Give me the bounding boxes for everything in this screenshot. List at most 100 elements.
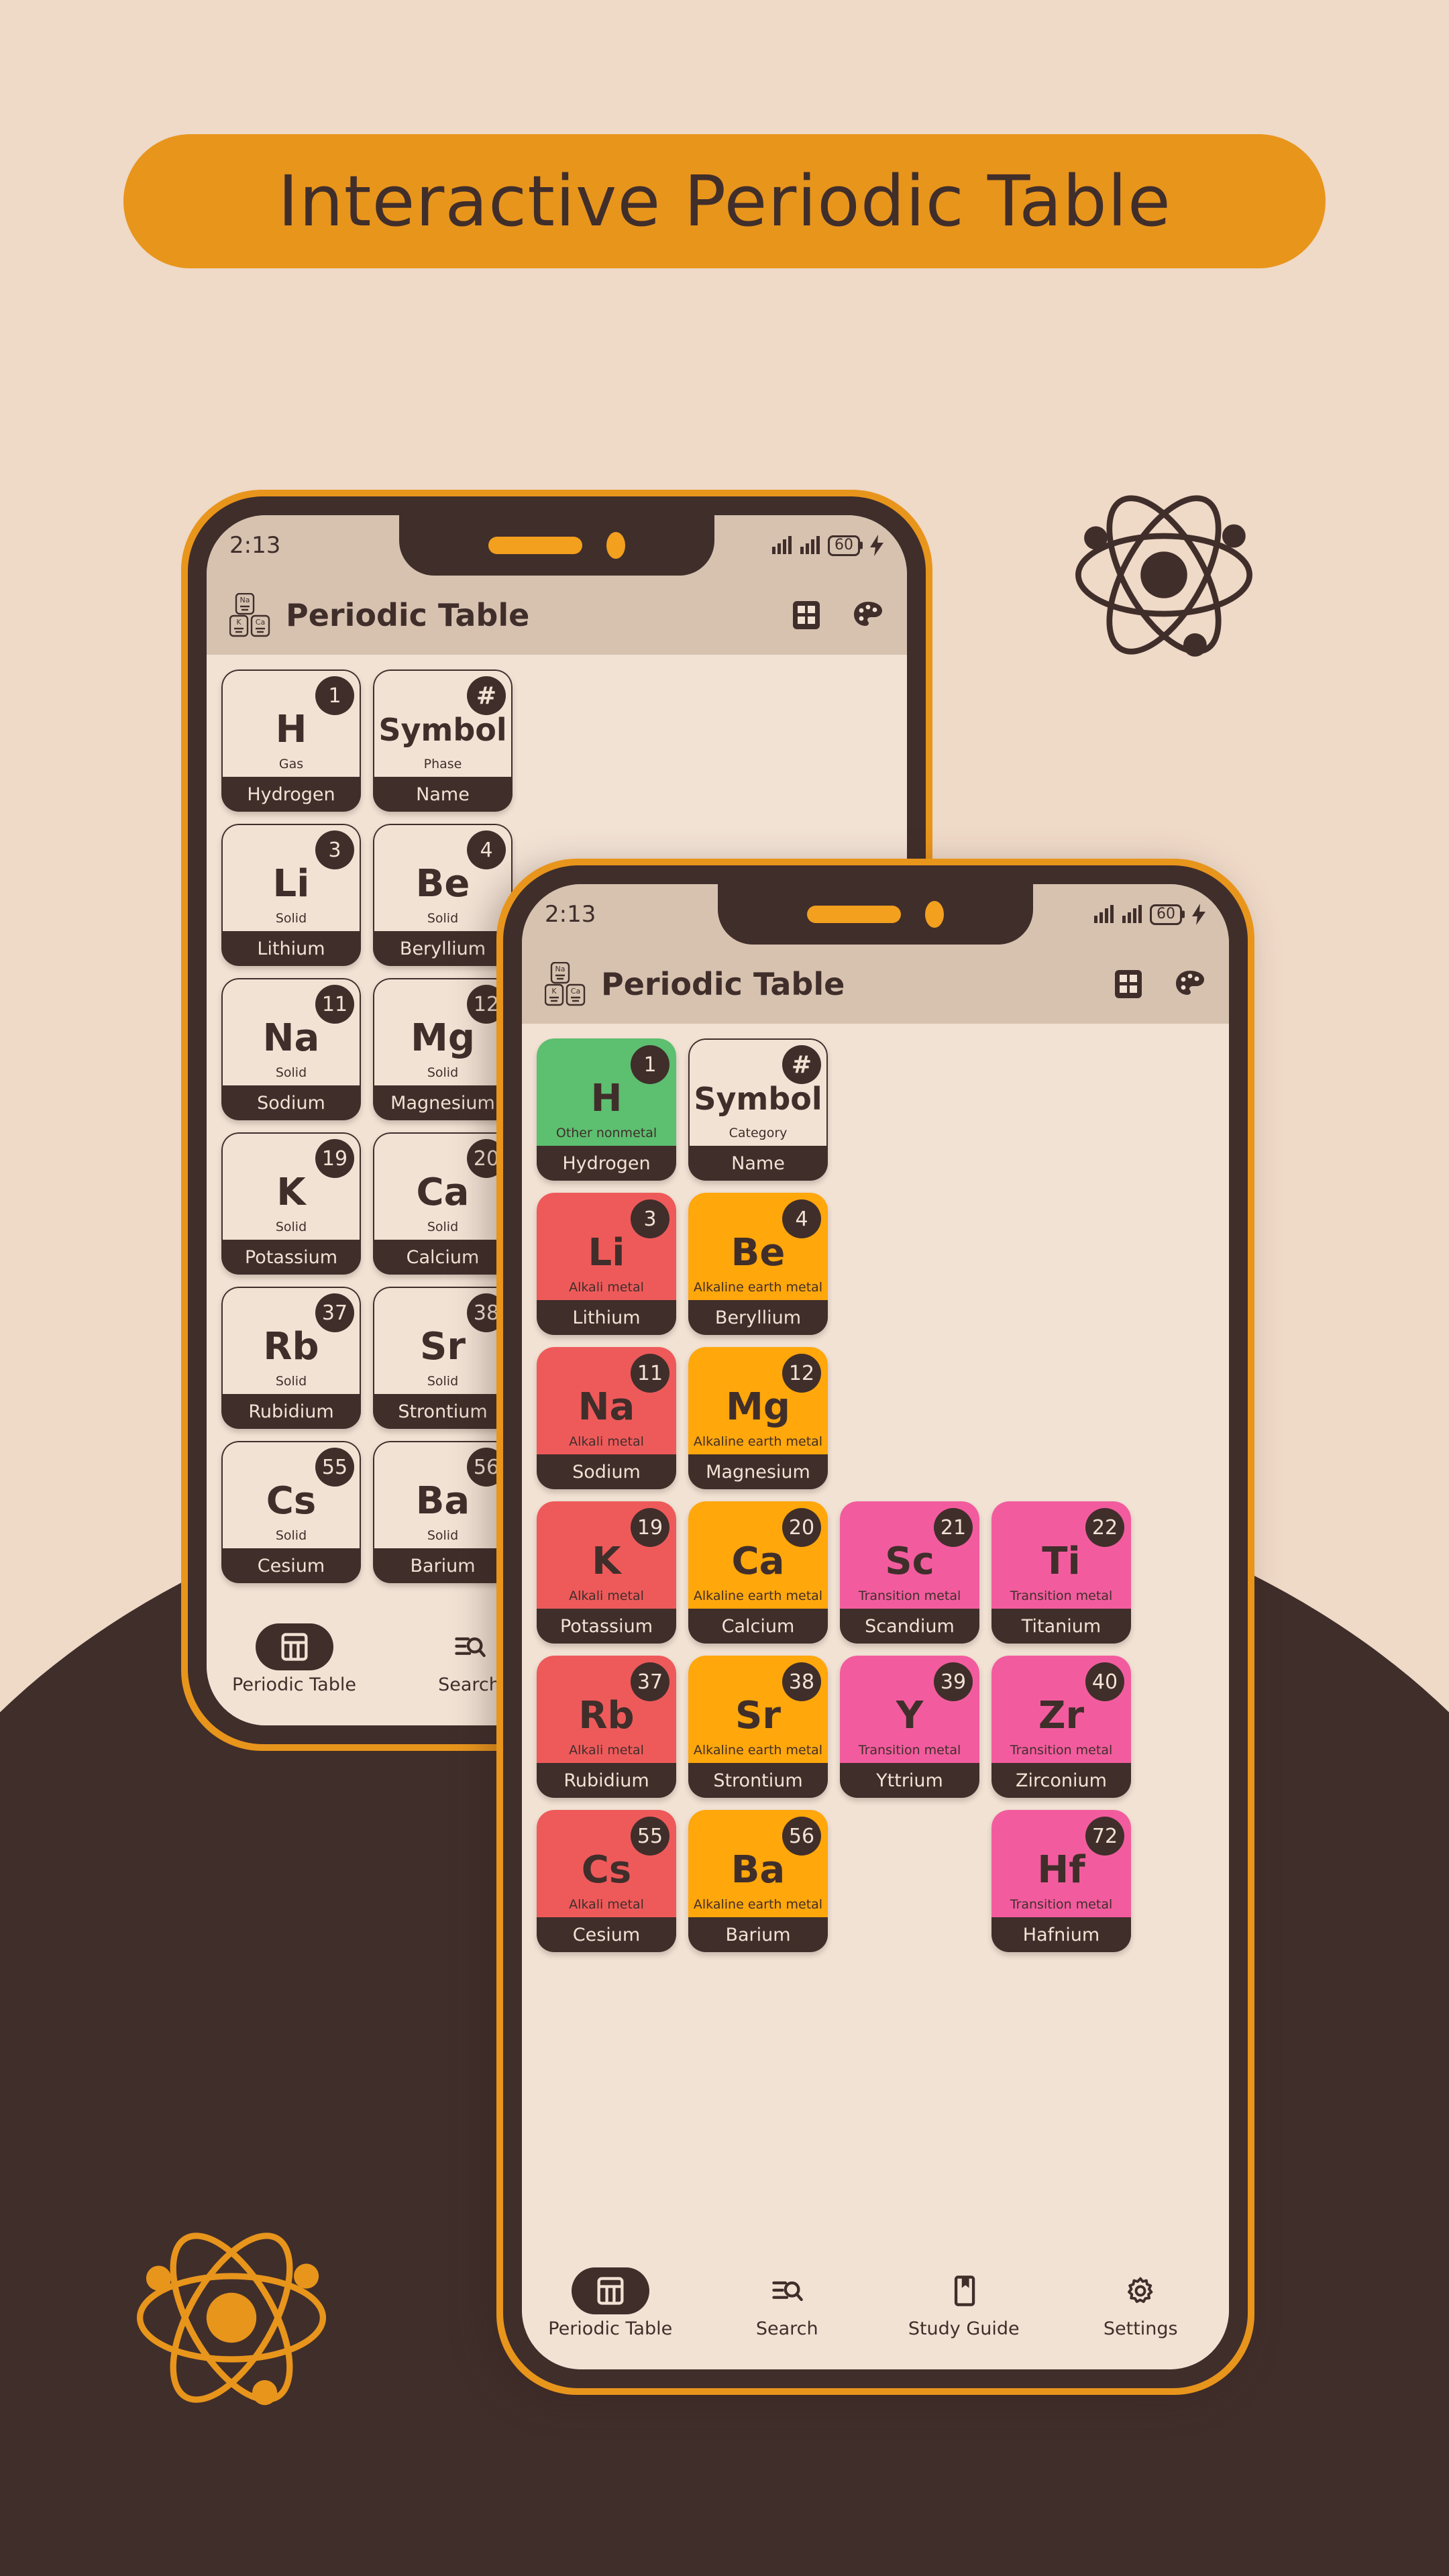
poster-canvas: Interactive Periodic Table 2:13 60 Na K … <box>0 0 1449 2576</box>
atomic-number-badge: 1 <box>631 1045 669 1084</box>
element-card-body: 19 K Alkali metal <box>537 1501 676 1609</box>
atomic-number-badge: 21 <box>934 1508 973 1547</box>
element-card[interactable]: 38 Sr Alkaline earth metal Strontium <box>688 1656 828 1798</box>
element-category-label: Solid <box>275 1528 307 1543</box>
element-card[interactable]: 37 Rb Alkali metal Rubidium <box>537 1656 676 1798</box>
element-category-label: Transition metal <box>1010 1589 1113 1603</box>
element-card[interactable]: 22 Ti Transition metal Titanium <box>991 1501 1131 1644</box>
element-card[interactable]: 20 Ca Solid Calcium <box>373 1132 513 1275</box>
element-card-body: 56 Ba Alkaline earth metal <box>688 1810 828 1917</box>
status-icons: 60 <box>1093 904 1206 925</box>
atomic-number-badge: 22 <box>1085 1508 1124 1547</box>
charging-bolt-icon <box>1192 904 1205 925</box>
nav-item-study-guide[interactable]: Study Guide <box>875 2267 1053 2339</box>
element-name-label: Lithium <box>537 1300 676 1335</box>
element-card[interactable]: 19 K Alkali metal Potassium <box>537 1501 676 1644</box>
nav-item-label: Search <box>755 2318 818 2339</box>
palette-icon[interactable] <box>852 599 884 631</box>
element-card[interactable]: 40 Zr Transition metal Zirconium <box>991 1656 1131 1798</box>
nav-item-search[interactable]: Search <box>699 2267 876 2339</box>
element-grid-row: 19 K Alkali metal Potassium 20 Ca Alkaline ear… <box>537 1501 1229 1644</box>
element-category-label: Solid <box>427 1065 459 1080</box>
phone-mockup-front: 2:13 60 Na K Ca Periodic Table 1 H Other… <box>496 859 1254 2395</box>
element-category-label: Solid <box>427 1528 459 1543</box>
nav-item-periodic-table[interactable]: Periodic Table <box>522 2267 699 2339</box>
nav-item-periodic-table[interactable]: Periodic Table <box>207 1623 382 1695</box>
element-category-label: Transition metal <box>858 1589 961 1603</box>
element-grid-front[interactable]: 1 H Other nonmetal Hydrogen # Symbol Category N… <box>522 1024 1229 2257</box>
element-card-empty <box>840 1038 979 1181</box>
element-card[interactable]: 56 Ba Alkaline earth metal Barium <box>688 1810 828 1952</box>
search-list-icon[interactable] <box>748 2267 826 2314</box>
palette-icon[interactable] <box>1174 968 1206 1000</box>
element-category-label: Alkaline earth metal <box>693 1589 823 1603</box>
element-card[interactable]: 39 Y Transition metal Yttrium <box>840 1656 979 1798</box>
element-card[interactable]: 3 Li Alkali metal Lithium <box>537 1193 676 1335</box>
element-card[interactable]: 55 Cs Solid Cesium <box>221 1441 361 1583</box>
legend-name-label: Name <box>688 1146 828 1181</box>
table-icon[interactable] <box>571 2267 649 2314</box>
element-legend-card: # Symbol Category Name <box>688 1038 828 1181</box>
table-icon[interactable] <box>255 1623 333 1670</box>
element-card[interactable]: 56 Ba Solid Barium <box>373 1441 513 1583</box>
signal-bars-icon <box>1094 905 1114 923</box>
atomic-number-badge: 12 <box>782 1354 821 1393</box>
element-card[interactable]: 12 Mg Solid Magnesium <box>373 978 513 1120</box>
atomic-number-badge: 4 <box>782 1199 821 1238</box>
element-card-body: 38 Sr Solid <box>373 1287 513 1394</box>
element-card-body: 3 Li Solid <box>221 824 361 931</box>
element-card[interactable]: 1 H Gas Hydrogen <box>221 669 361 812</box>
app-header-front: Na K Ca Periodic Table <box>522 945 1229 1024</box>
atomic-number-badge: 3 <box>315 830 354 869</box>
element-legend-card: # Symbol Phase Name <box>373 669 513 812</box>
element-symbol: Ca <box>416 1171 470 1214</box>
element-card[interactable]: 72 Hf Transition metal Hafnium <box>991 1810 1131 1952</box>
element-symbol: Cs <box>266 1479 317 1523</box>
element-card[interactable]: 20 Ca Alkaline earth metal Calcium <box>688 1501 828 1644</box>
atomic-number-badge: 55 <box>315 1448 354 1487</box>
bottom-nav-front[interactable]: Periodic Table Search Study Guide Settings <box>522 2257 1229 2369</box>
element-name-label: Potassium <box>537 1609 676 1644</box>
element-card[interactable]: 4 Be Alkaline earth metal Beryllium <box>688 1193 828 1335</box>
element-symbol: Sc <box>885 1540 934 1583</box>
signal-bars-icon <box>1122 905 1142 923</box>
element-symbol: H <box>275 708 307 751</box>
element-card-body: 56 Ba Solid <box>373 1441 513 1548</box>
nav-item-label: Periodic Table <box>232 1674 356 1695</box>
element-card[interactable]: 11 Na Solid Sodium <box>221 978 361 1120</box>
element-card[interactable]: 11 Na Alkali metal Sodium <box>537 1347 676 1489</box>
element-name-label: Barium <box>688 1917 828 1952</box>
hash-badge-icon: # <box>467 676 506 715</box>
element-card[interactable]: 1 H Other nonmetal Hydrogen <box>537 1038 676 1181</box>
element-card[interactable]: 37 Rb Solid Rubidium <box>221 1287 361 1429</box>
element-symbol: Li <box>588 1231 625 1275</box>
gear-icon[interactable] <box>1102 2267 1179 2314</box>
element-card[interactable]: 19 K Solid Potassium <box>221 1132 361 1275</box>
legend-subtitle-label: Phase <box>423 757 462 771</box>
element-category-label: Solid <box>427 1220 459 1234</box>
element-name-label: Zirconium <box>991 1763 1131 1798</box>
element-card-empty <box>991 1193 1131 1335</box>
element-card[interactable]: 55 Cs Alkali metal Cesium <box>537 1810 676 1952</box>
element-category-label: Solid <box>275 1374 307 1389</box>
atomic-number-badge: 56 <box>782 1817 821 1856</box>
grid-view-icon[interactable] <box>1114 968 1143 1000</box>
element-card[interactable]: 21 Sc Transition metal Scandium <box>840 1501 979 1644</box>
earpiece-speaker <box>807 906 901 923</box>
grid-view-icon[interactable] <box>792 599 821 631</box>
element-category-label: Alkaline earth metal <box>693 1280 823 1295</box>
element-card[interactable]: 12 Mg Alkaline earth metal Magnesium <box>688 1347 828 1489</box>
element-card[interactable]: 38 Sr Solid Strontium <box>373 1287 513 1429</box>
bookmark-book-icon[interactable] <box>925 2267 1003 2314</box>
header-actions <box>792 599 884 631</box>
nav-item-settings[interactable]: Settings <box>1053 2267 1230 2339</box>
element-card[interactable]: 3 Li Solid Lithium <box>221 824 361 966</box>
nav-item-label: Search <box>438 1674 500 1695</box>
element-category-label: Transition metal <box>858 1743 961 1758</box>
status-icons: 60 <box>771 535 884 556</box>
element-card-body: 20 Ca Solid <box>373 1132 513 1240</box>
element-card-body: 22 Ti Transition metal <box>991 1501 1131 1609</box>
element-card[interactable]: 4 Be Solid Beryllium <box>373 824 513 966</box>
element-card-body: 19 K Solid <box>221 1132 361 1240</box>
app-title: Periodic Table <box>601 966 845 1002</box>
